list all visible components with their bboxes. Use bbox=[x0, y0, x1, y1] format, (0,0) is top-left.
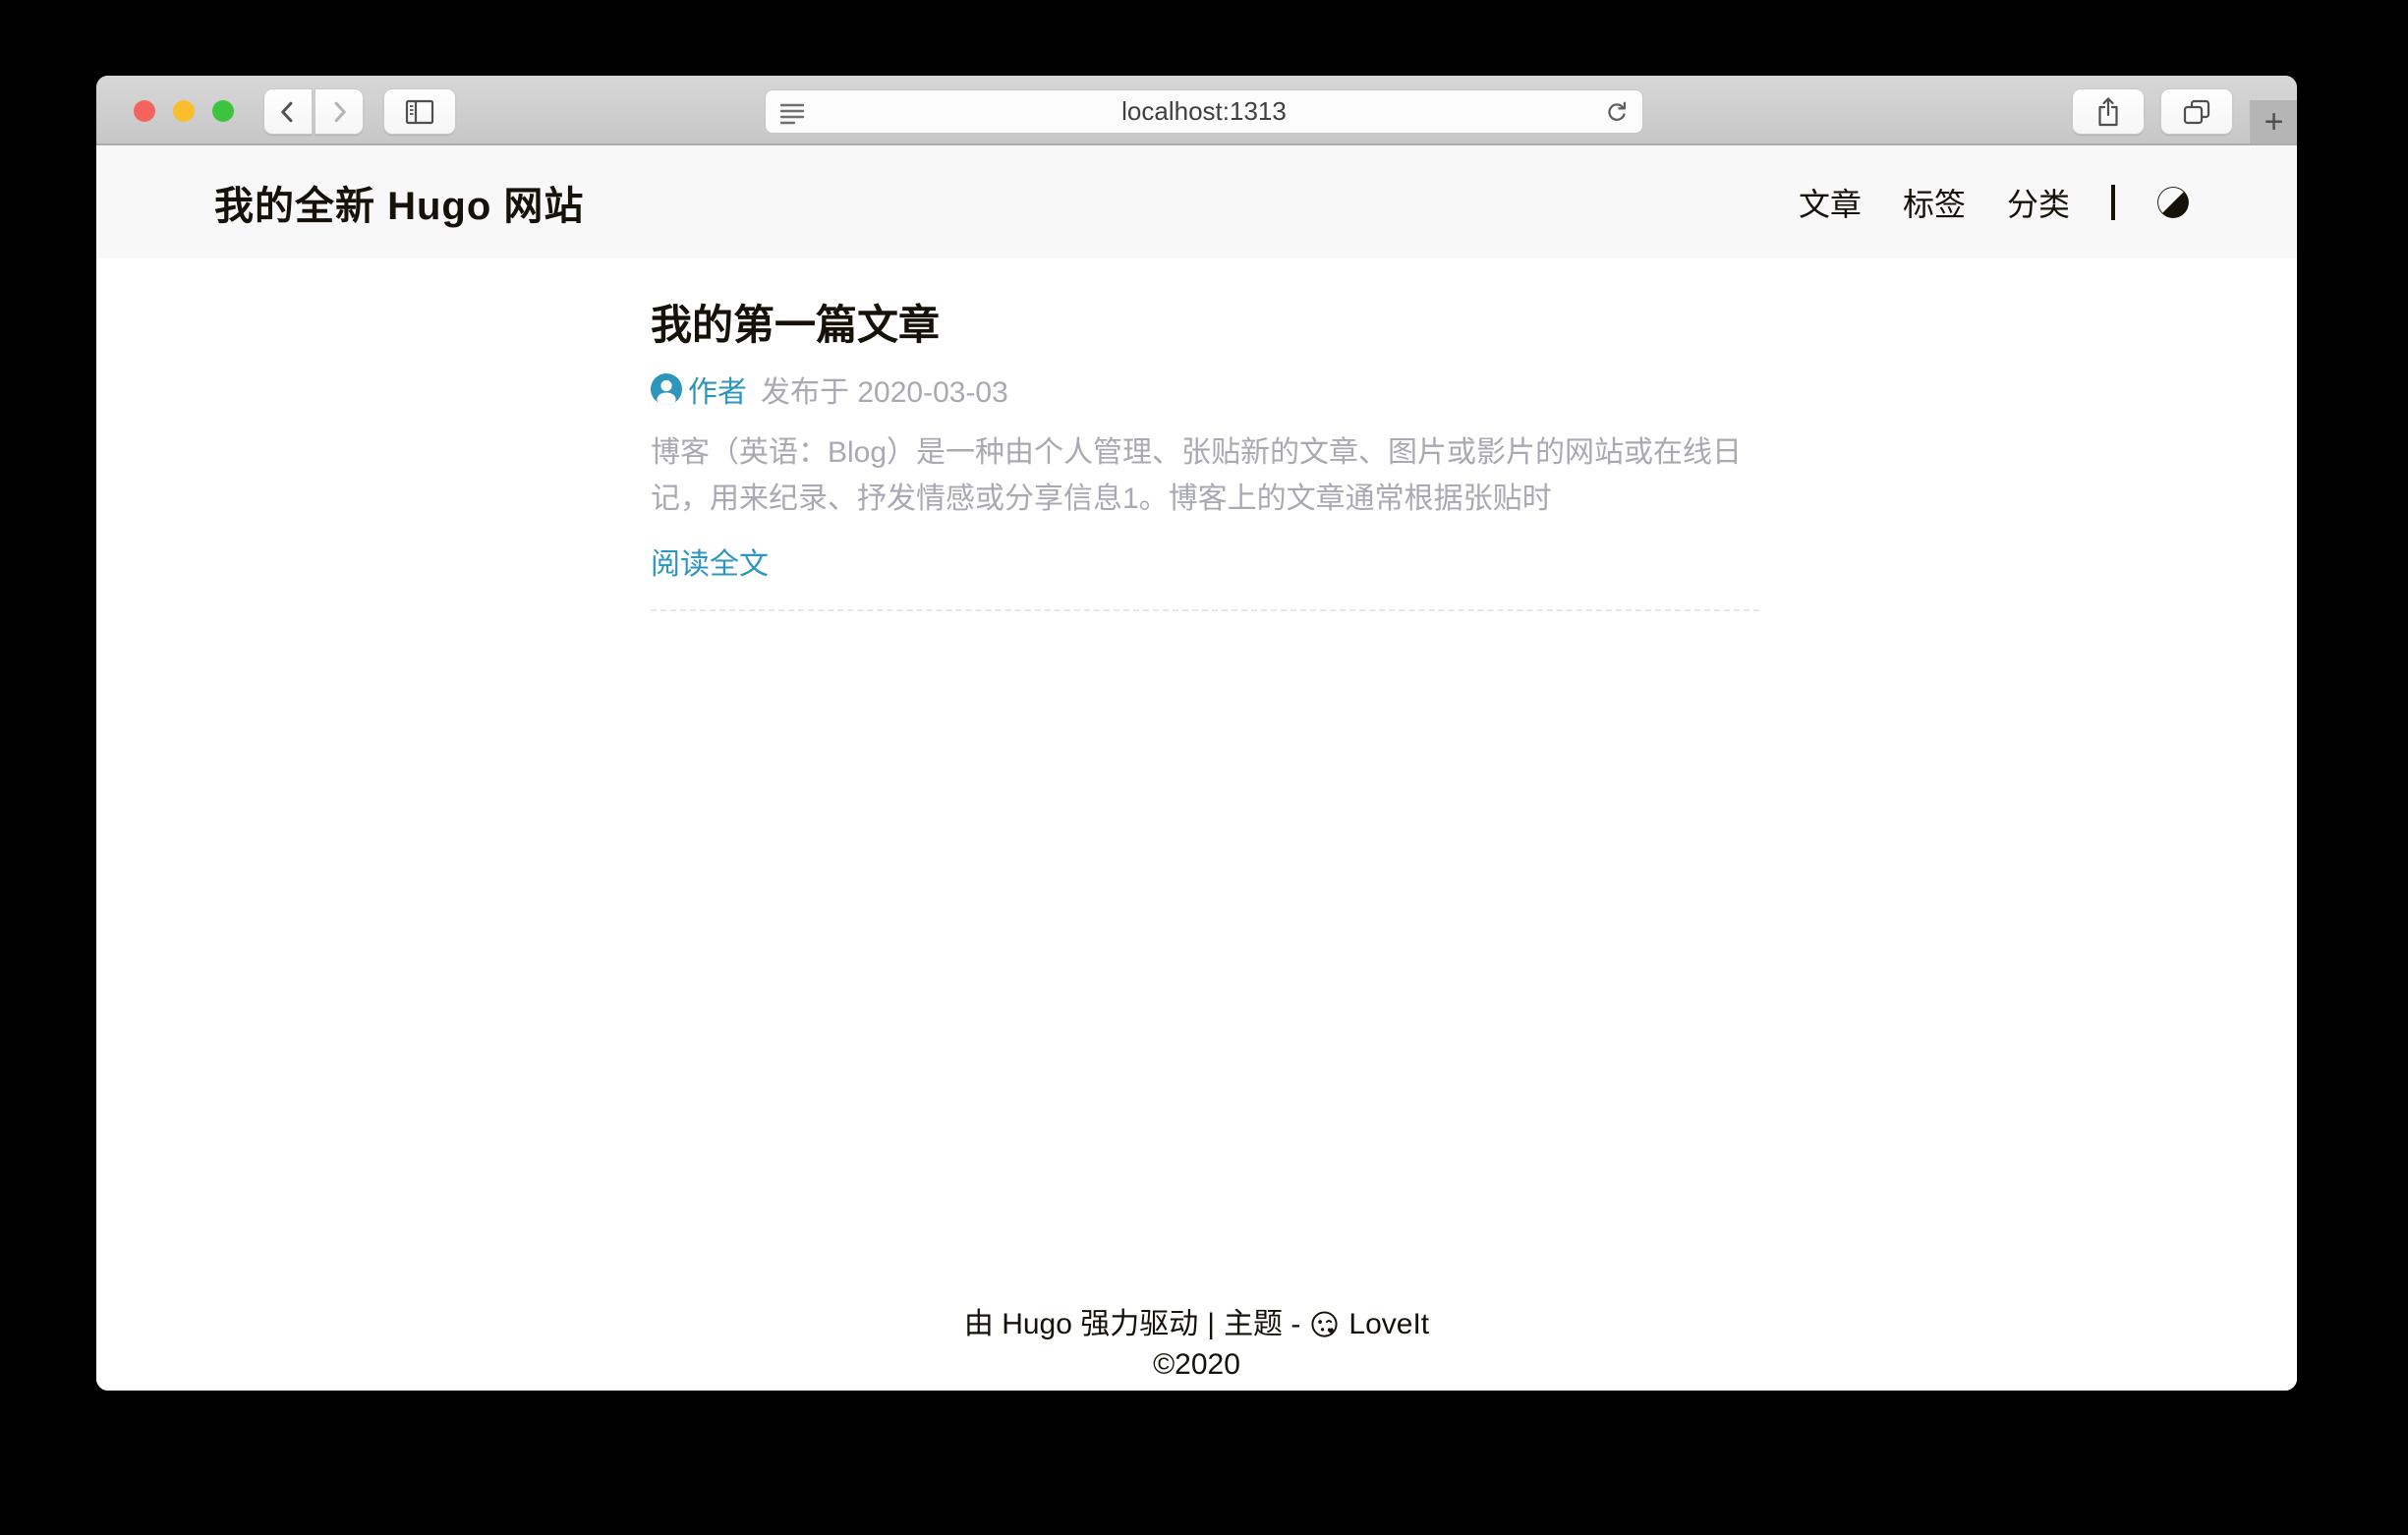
back-button[interactable] bbox=[263, 88, 313, 135]
author-avatar-icon bbox=[651, 373, 682, 405]
nav-item-tags[interactable]: 标签 bbox=[1903, 180, 1966, 225]
share-button[interactable] bbox=[2072, 88, 2145, 135]
share-icon bbox=[2094, 96, 2122, 128]
chevron-right-icon bbox=[325, 98, 353, 126]
nav-item-categories[interactable]: 分类 bbox=[2007, 180, 2070, 225]
browser-window: localhost:1313 bbox=[96, 76, 2297, 1391]
footer-credits: 由 Hugo 强力驱动 | 主题 - LoveIt bbox=[96, 1304, 2297, 1345]
site-nav: 文章 标签 分类 bbox=[1799, 145, 2190, 258]
close-window-button[interactable] bbox=[134, 100, 155, 122]
nav-item-posts[interactable]: 文章 bbox=[1799, 180, 1862, 225]
screenshot-stage: localhost:1313 bbox=[0, 0, 2408, 1535]
theme-toggle-button[interactable] bbox=[2156, 186, 2190, 219]
footer-copyright: ©2020 bbox=[96, 1345, 2297, 1385]
theme-contrast-icon bbox=[2156, 186, 2190, 219]
footer-theme-prefix: 主题 - bbox=[1224, 1304, 1300, 1345]
nav-separator bbox=[2111, 185, 2115, 220]
site-title[interactable]: 我的全新 Hugo 网站 bbox=[214, 145, 584, 258]
post-divider bbox=[651, 609, 1759, 611]
chevron-left-icon bbox=[274, 98, 302, 126]
url-text[interactable]: localhost:1313 bbox=[766, 90, 1642, 133]
tabs-icon bbox=[2181, 97, 2212, 127]
history-nav-group bbox=[263, 88, 364, 135]
zoom-window-button[interactable] bbox=[212, 100, 234, 122]
post-author-link[interactable]: 作者 bbox=[688, 368, 747, 411]
new-tab-button[interactable]: + bbox=[2249, 100, 2297, 143]
footer-separator: | bbox=[1207, 1304, 1215, 1345]
loveit-face-icon bbox=[1309, 1310, 1340, 1340]
theme-name-link[interactable]: LoveIt bbox=[1348, 1304, 1429, 1345]
forward-button[interactable] bbox=[315, 88, 364, 135]
read-more-link[interactable]: 阅读全文 bbox=[651, 541, 769, 588]
site-footer: 由 Hugo 强力驱动 | 主题 - LoveIt ©202 bbox=[96, 1304, 2297, 1385]
minimize-window-button[interactable] bbox=[173, 100, 195, 122]
browser-toolbar: localhost:1313 bbox=[96, 76, 2297, 145]
tab-overview-button[interactable] bbox=[2160, 88, 2233, 135]
site-header: 我的全新 Hugo 网站 文章 标签 分类 bbox=[96, 145, 2297, 258]
sidebar-toggle-button[interactable] bbox=[383, 88, 456, 135]
sidebar-icon bbox=[403, 97, 436, 127]
address-bar[interactable]: localhost:1313 bbox=[765, 89, 1643, 134]
plus-icon: + bbox=[2265, 103, 2284, 142]
hugo-powered-link[interactable]: 由 Hugo 强力驱动 bbox=[964, 1304, 1198, 1345]
reload-icon[interactable] bbox=[1603, 99, 1631, 127]
post-title-link[interactable]: 我的第一篇文章 bbox=[651, 302, 940, 349]
post-meta: 作者 发布于 2020-03-03 bbox=[651, 368, 1008, 411]
page-content: 我的第一篇文章 作者 发布于 2020-03-03 bbox=[96, 258, 2297, 1391]
post-publish-date: 发布于 2020-03-03 bbox=[761, 368, 1008, 411]
post-summary: 博客（英语：Blog）是一种由个人管理、张贴新的文章、图片或影片的网站或在线日记… bbox=[651, 429, 1759, 522]
